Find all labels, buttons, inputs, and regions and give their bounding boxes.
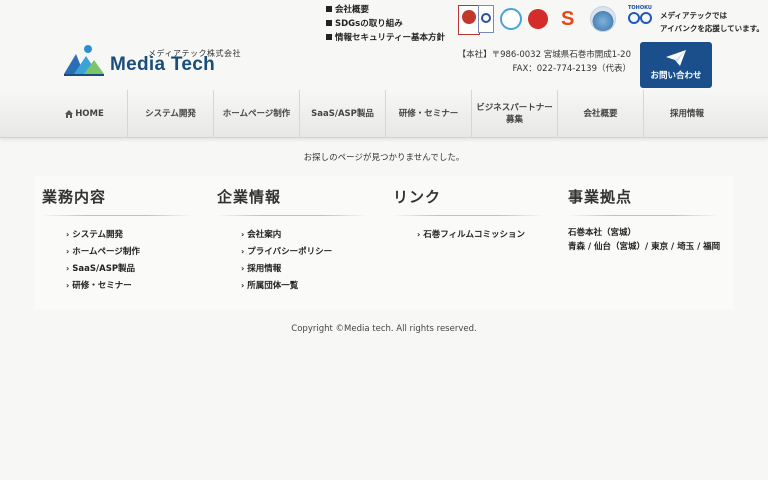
home-icon [65, 110, 74, 118]
chevron-right-icon: › [241, 247, 245, 256]
footer-link-system-development[interactable]: › システム開発 [66, 228, 192, 245]
globe-badge-icon[interactable] [590, 6, 616, 32]
chevron-right-icon: › [66, 230, 70, 239]
copyright: Copyright ©Media tech. All rights reserv… [291, 324, 477, 334]
footer-column-company: 企業情報 › 会社案内 › プライバシーポリシー › 採用情報 › 所属団体一覧 [217, 186, 367, 296]
footer-column-title: リンク [393, 188, 442, 206]
chevron-right-icon: › [241, 230, 245, 239]
site-header: メディアテック株式会社 Media Tech 会社概要 SDGsの取り組み 情報… [0, 0, 768, 92]
chevron-right-icon: › [66, 281, 70, 290]
footer-link-saas[interactable]: › SaaS/ASP製品 [66, 262, 192, 279]
chevron-right-icon: › [417, 230, 421, 239]
footer-link-seminar[interactable]: › 研修・セミナー [66, 279, 192, 296]
address-line: 【本社】〒986-0032 宮城県石巻市開成1-20 [457, 50, 631, 60]
contact-button-label: お問い合わせ [650, 70, 702, 81]
nav-item-home[interactable]: HOME [42, 90, 128, 138]
footer-link-company-info[interactable]: › 会社案内 [241, 228, 367, 245]
footer-column-services: 業務内容 › システム開発 › ホームページ制作 › SaaS/ASP製品 › 研修・セ… [42, 186, 192, 296]
s-logo-badge-icon[interactable]: S [561, 8, 579, 30]
footer-link-organizations[interactable]: › 所属団体一覧 [241, 279, 367, 296]
footer-column-links: リンク › 石巻フィルムコミッション [393, 186, 543, 245]
footer-column-title: 企業情報 [217, 188, 282, 206]
footer-link-privacy-policy[interactable]: › プライバシーポリシー [241, 245, 367, 262]
nav-item-web-production[interactable]: ホームページ制作 [214, 90, 300, 138]
chevron-right-icon: › [66, 247, 70, 256]
eye-bank-logo-icon[interactable]: TOHOKU [626, 5, 656, 35]
privacy-mark-badge-icon[interactable] [478, 5, 494, 33]
nav-item-partner[interactable]: ビジネスパートナー 募集 [472, 90, 558, 138]
divider [217, 215, 367, 216]
fax-line: FAX：022-774-2139（代表） [512, 64, 631, 74]
chevron-right-icon: › [66, 264, 70, 273]
nav-item-recruit[interactable]: 採用情報 [644, 90, 730, 138]
divider [42, 215, 192, 216]
certification-round-badge-icon[interactable] [500, 8, 522, 30]
nav-item-company[interactable]: 会社概要 [558, 90, 644, 138]
footer-column-title: 事業拠点 [568, 188, 633, 206]
footer-links-panel: 業務内容 › システム開発 › ホームページ制作 › SaaS/ASP製品 › 研修・セ… [34, 176, 734, 310]
top-link-company[interactable]: 会社概要 [326, 2, 445, 16]
divider [393, 215, 543, 216]
nav-item-saas[interactable]: SaaS/ASP製品 [300, 90, 386, 138]
footer-link-web-production[interactable]: › ホームページ制作 [66, 245, 192, 262]
company-address: 【本社】〒986-0032 宮城県石巻市開成1-20 FAX：022-774-2… [458, 48, 631, 76]
eye-bank-support-text: メディアテックでは アイバンクを応援しています。 [660, 11, 764, 33]
chevron-right-icon: › [241, 281, 245, 290]
nav-item-seminar[interactable]: 研修・セミナー [386, 90, 472, 138]
top-link-security-policy[interactable]: 情報セキュリティー基本方針 [326, 30, 445, 44]
paper-plane-icon [666, 49, 686, 66]
not-found-message: お探しのページが見つかりませんでした。 [303, 153, 465, 163]
top-link-sdgs[interactable]: SDGsの取り組み [326, 16, 445, 30]
square-bullet-icon [326, 6, 332, 12]
footer-link-recruit[interactable]: › 採用情報 [241, 262, 367, 279]
footer-column-title: 業務内容 [42, 188, 107, 206]
footer-column-locations: 事業拠点 石巻本社（宮城） 青森 / 仙台（宮城）/ 東京 / 埼玉 / 福岡 [568, 186, 720, 254]
locations-text: 石巻本社（宮城） 青森 / 仙台（宮城）/ 東京 / 埼玉 / 福岡 [568, 228, 721, 252]
company-logo[interactable]: メディアテック株式会社 Media Tech [62, 40, 242, 78]
footer-link-film-commission[interactable]: › 石巻フィルムコミッション [417, 228, 543, 245]
red-circle-badge-icon[interactable] [528, 9, 548, 29]
main-navigation: HOME システム開発 ホームページ制作 SaaS/ASP製品 研修・セミナー … [0, 90, 768, 138]
square-bullet-icon [326, 20, 332, 26]
logo-mark-icon [64, 45, 104, 76]
chevron-right-icon: › [241, 264, 245, 273]
divider [568, 215, 718, 216]
top-links: 会社概要 SDGsの取り組み 情報セキュリティー基本方針 [326, 2, 445, 44]
logo-wordmark: Media Tech [110, 54, 216, 75]
contact-button[interactable]: お問い合わせ [640, 42, 712, 88]
certification-badge-icon[interactable] [458, 5, 480, 35]
nav-item-system-development[interactable]: システム開発 [128, 90, 214, 138]
square-bullet-icon [326, 34, 332, 40]
